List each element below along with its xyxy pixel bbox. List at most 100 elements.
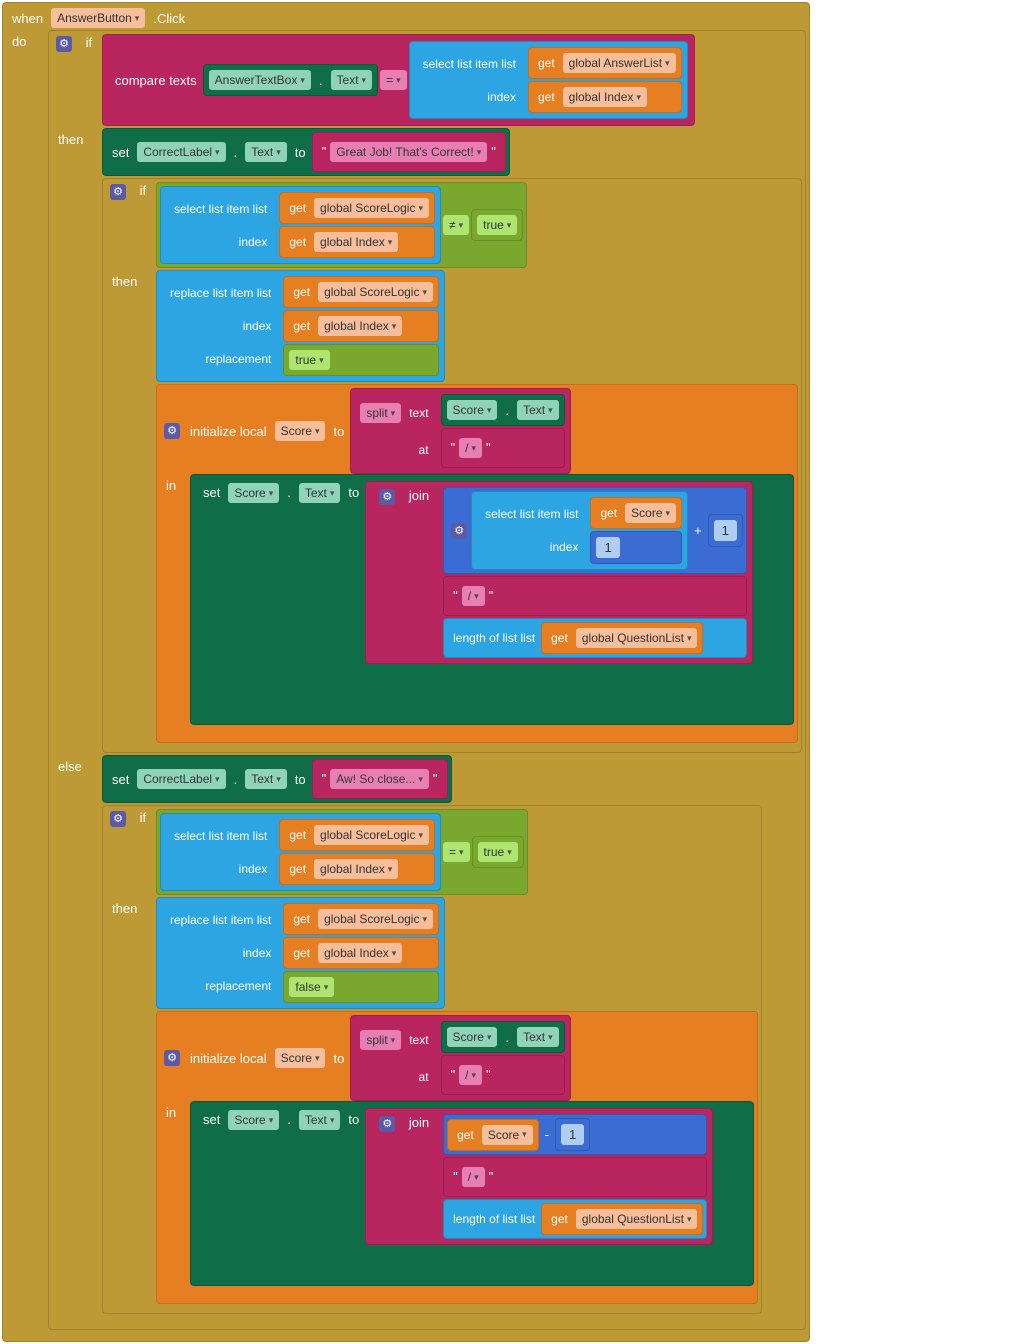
length-of-list-2[interactable]: length of list list get global QuestionL… <box>443 1199 707 1239</box>
gear-icon[interactable] <box>56 36 72 52</box>
true-dd[interactable]: true <box>478 842 518 862</box>
inner-if-else[interactable]: if select list item list <box>102 805 762 1314</box>
math-add[interactable]: select list item list index <box>443 487 747 574</box>
true-dd[interactable]: true <box>289 350 329 370</box>
gear-icon[interactable] <box>110 811 126 827</box>
score-comp-dd[interactable]: Score <box>447 1027 498 1047</box>
score-local-dd[interactable]: Score <box>482 1125 533 1145</box>
compare-texts-block[interactable]: compare texts AnswerTextBox . Text = <box>102 34 695 126</box>
score-comp-dd[interactable]: Score <box>228 1110 279 1130</box>
answertext-getter[interactable]: AnswerTextBox . Text <box>203 64 378 96</box>
gear-icon[interactable] <box>451 523 467 539</box>
score-prop-dd[interactable]: Text <box>299 483 341 503</box>
idx1-block[interactable]: 1 <box>590 531 682 564</box>
gear-icon[interactable] <box>110 184 126 200</box>
join-block-2[interactable]: join get <box>365 1108 713 1245</box>
slash-literal-2[interactable]: / <box>443 576 747 616</box>
score-var-dd[interactable]: Score <box>275 421 326 441</box>
logic-compare-2[interactable]: select list item list index get global S <box>156 809 528 895</box>
get-questionlist[interactable]: get global QuestionList <box>541 622 703 654</box>
split-block[interactable]: splittext at Score . <box>350 388 570 474</box>
score-prop-dd[interactable]: Text <box>517 400 559 420</box>
math-sub[interactable]: get Score - 1 <box>443 1114 707 1155</box>
eq-dd-2[interactable]: = <box>443 842 470 862</box>
eq-dd[interactable]: = <box>380 70 407 90</box>
init-local-score[interactable]: initialize local Score to spl <box>156 384 798 743</box>
num-1[interactable]: 1 <box>596 537 619 558</box>
index-dd[interactable]: global Index <box>318 316 402 336</box>
index-dd[interactable]: global Index <box>314 232 398 252</box>
questionlist-dd[interactable]: global QuestionList <box>576 628 698 648</box>
split-dd[interactable]: split <box>360 1030 401 1050</box>
num-1c[interactable]: 1 <box>561 1124 584 1145</box>
length-of-list[interactable]: length of list list get global QuestionL… <box>443 618 747 658</box>
gear-icon[interactable] <box>164 1050 180 1066</box>
scorelogic-dd[interactable]: global ScoreLogic <box>314 198 429 218</box>
false-block[interactable]: false <box>283 971 439 1003</box>
slash-literal[interactable]: / <box>441 428 565 468</box>
get-questionlist-2[interactable]: get global QuestionList <box>541 1203 703 1235</box>
false-dd[interactable]: false <box>289 977 334 997</box>
event-block[interactable]: when AnswerButton .Click do if compare t… <box>2 2 810 1342</box>
select-list-item[interactable]: select list item list index get global A… <box>409 41 688 119</box>
neq-dd[interactable]: ≠ <box>443 215 469 235</box>
wrong-msg[interactable]: Aw! So close... <box>330 769 429 789</box>
get-index-2[interactable]: get global Index <box>279 226 435 258</box>
one-block[interactable]: 1 <box>708 514 743 547</box>
get-answerlist[interactable]: get global AnswerList <box>528 47 682 79</box>
gear-icon[interactable] <box>164 423 180 439</box>
split-dd[interactable]: split <box>360 403 401 423</box>
set-score-text[interactable]: set Score . Text to <box>190 474 794 725</box>
inner-if-then[interactable]: if select list item list <box>102 178 802 753</box>
correctlabel-dd[interactable]: CorrectLabel <box>137 142 225 162</box>
answertext-comp-dd[interactable]: AnswerTextBox <box>209 70 311 90</box>
get-scorelogic-2[interactable]: get global ScoreLogic <box>283 276 439 308</box>
set-score-text-2[interactable]: set Score . Text to <box>190 1101 754 1286</box>
score-comp-dd[interactable]: Score <box>228 483 279 503</box>
gear-icon[interactable] <box>379 489 395 505</box>
gear-icon[interactable] <box>379 1116 395 1132</box>
replace-list-item[interactable]: replace list item list index replacement… <box>156 270 445 382</box>
scorelogic-dd[interactable]: global ScoreLogic <box>314 825 429 845</box>
select-list-item-4[interactable]: select list item list index get global S <box>160 813 441 891</box>
index-dd[interactable]: global Index <box>314 859 398 879</box>
slash-text[interactable]: / <box>462 586 485 606</box>
correctlabel-dd[interactable]: CorrectLabel <box>137 769 225 789</box>
slash-text[interactable]: / <box>462 1167 485 1187</box>
event-component-dd[interactable]: AnswerButton <box>51 8 145 28</box>
text-literal-2[interactable]: Aw! So close... <box>312 759 448 799</box>
text-literal[interactable]: Great Job! That's Correct! <box>312 132 506 172</box>
slash-text[interactable]: / <box>459 1065 482 1085</box>
scorelogic-dd[interactable]: global ScoreLogic <box>318 282 433 302</box>
logic-compare[interactable]: select list item list index get global S <box>156 182 527 268</box>
get-index-5[interactable]: get global Index <box>283 937 439 969</box>
get-index-3[interactable]: get global Index <box>283 310 439 342</box>
slash-literal-3[interactable]: / <box>441 1055 565 1095</box>
slash-text[interactable]: / <box>459 438 482 458</box>
get-index[interactable]: get global Index <box>528 81 682 113</box>
replace-list-item-2[interactable]: replace list item list index replacement… <box>156 897 445 1009</box>
get-scorelogic-3[interactable]: get global ScoreLogic <box>279 819 435 851</box>
index-dd[interactable]: global Index <box>318 943 402 963</box>
true-block[interactable]: true <box>471 209 523 241</box>
get-index-4[interactable]: get global Index <box>279 853 435 885</box>
if-block-main[interactable]: if compare texts AnswerTextBox . Text <box>48 30 806 1330</box>
text-dd[interactable]: Text <box>245 769 287 789</box>
get-scorelogic[interactable]: get global ScoreLogic <box>279 192 435 224</box>
text-dd[interactable]: Text <box>245 142 287 162</box>
score-var-dd[interactable]: Score <box>275 1048 326 1068</box>
score-comp-dd[interactable]: Score <box>447 400 498 420</box>
set-correctlabel[interactable]: set CorrectLabel . Text to Great Job! Th… <box>102 128 510 176</box>
score-text-getter[interactable]: Score . Text <box>441 394 565 426</box>
set-correctlabel-else[interactable]: set CorrectLabel . Text to Aw! So close.… <box>102 755 452 803</box>
score-prop-dd[interactable]: Text <box>299 1110 341 1130</box>
index-dd[interactable]: global Index <box>563 87 647 107</box>
select-list-item-2[interactable]: select list item list index get global S <box>160 186 441 264</box>
answertext-prop-dd[interactable]: Text <box>331 70 373 90</box>
init-local-score-2[interactable]: initialize local Score to splittext <box>156 1011 758 1304</box>
true-block-2[interactable]: true <box>283 344 439 376</box>
num-1b[interactable]: 1 <box>714 520 737 541</box>
score-local-dd[interactable]: Score <box>625 503 676 523</box>
scorelogic-dd[interactable]: global ScoreLogic <box>318 909 433 929</box>
slash-literal-4[interactable]: / <box>443 1157 707 1197</box>
